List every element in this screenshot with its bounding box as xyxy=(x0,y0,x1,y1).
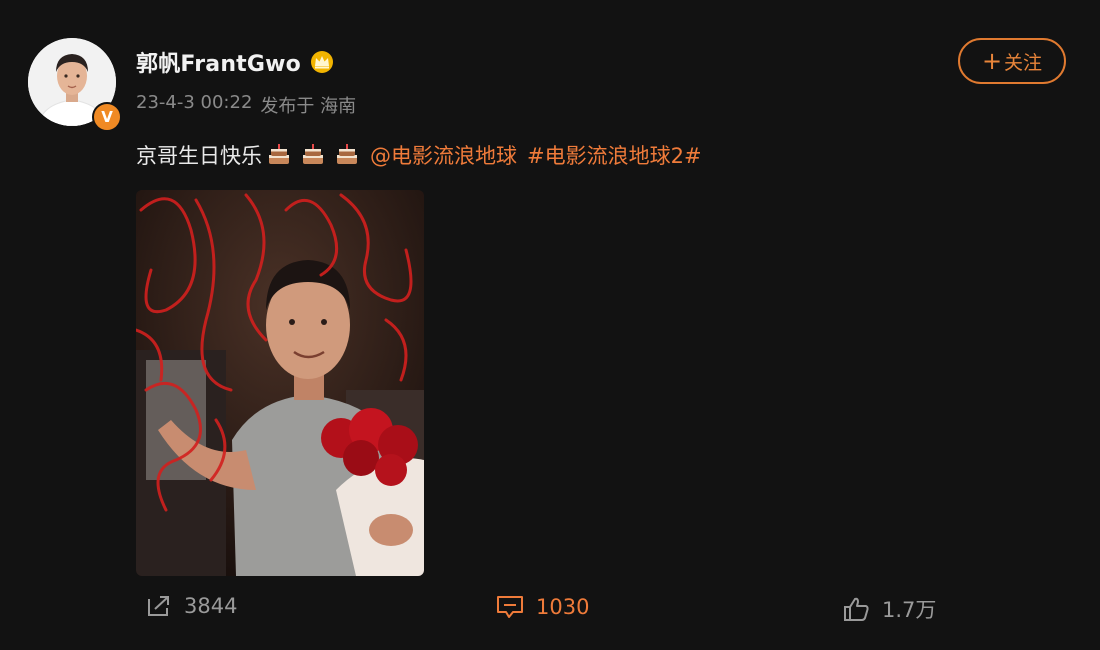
follow-button[interactable]: + 关注 xyxy=(958,38,1066,84)
share-icon xyxy=(148,596,169,616)
cake-icon xyxy=(303,144,323,164)
repost-button[interactable]: 3844 xyxy=(146,594,237,618)
plus-icon: + xyxy=(981,47,1003,75)
avatar-container[interactable]: V xyxy=(28,38,122,132)
cake-icon xyxy=(337,144,357,164)
post-content: 京哥生日快乐 @电影流浪地球 #电影流浪地球2# xyxy=(136,140,702,170)
cake-icon xyxy=(269,144,289,164)
comment-icon xyxy=(497,596,523,618)
weibo-post-card: V 郭帆FrantGwo 23-4-3 00:22 发布于 海南 + 关注 京哥… xyxy=(0,0,1100,650)
post-timestamp[interactable]: 23-4-3 00:22 xyxy=(136,92,252,118)
follow-button-label: 关注 xyxy=(1004,51,1043,74)
verified-badge-icon: V xyxy=(92,102,122,132)
post-photo xyxy=(136,190,424,576)
username-link[interactable]: 郭帆FrantGwo xyxy=(136,46,301,78)
post-text-plain: 京哥生日快乐 xyxy=(136,144,262,168)
post-location: 发布于 海南 xyxy=(260,96,357,117)
comment-button[interactable]: 1030 xyxy=(496,594,589,620)
post-image[interactable] xyxy=(136,190,424,576)
repost-count: 3844 xyxy=(184,594,238,618)
mention-link[interactable]: @电影流浪地球 xyxy=(370,140,517,170)
crown-icon[interactable] xyxy=(309,50,335,74)
comment-count: 1030 xyxy=(536,595,590,619)
post-meta: 23-4-3 00:22 发布于 海南 xyxy=(136,92,356,118)
hashtag-link[interactable]: #电影流浪地球2# xyxy=(527,140,702,170)
like-count: 1.7万 xyxy=(882,598,937,622)
thumbs-up-icon xyxy=(844,597,869,621)
like-button[interactable]: 1.7万 xyxy=(842,594,936,624)
author-row: 郭帆FrantGwo xyxy=(136,46,335,78)
